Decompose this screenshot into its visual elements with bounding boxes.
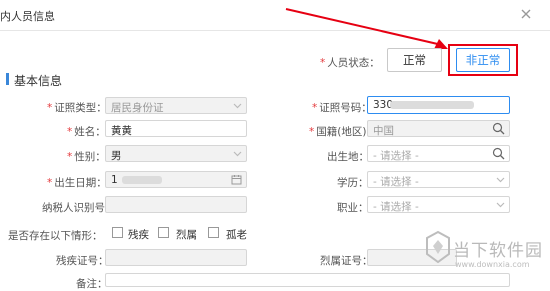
status-label: * 人员状态：	[320, 57, 380, 69]
gender-value: 男	[111, 150, 122, 162]
status-normal-button[interactable]: 正常	[387, 48, 442, 72]
name-label-text: 姓名：	[74, 126, 106, 138]
education-placeholder: - 请选择 -	[373, 176, 419, 188]
dialog-title: 内人员信息	[0, 10, 55, 23]
martyr-cert-label: 烈属证号：	[320, 255, 373, 267]
chevron-down-icon	[233, 151, 242, 157]
nationality-value: 中国	[373, 125, 394, 137]
checkbox-disability-label: 残疾	[128, 229, 149, 241]
dialog-titlebar: 内人员信息	[0, 0, 550, 31]
birthplace-label: 出生地：	[327, 151, 369, 163]
redacted-text	[122, 176, 162, 184]
id-number-label: * 证照号码：	[312, 102, 372, 114]
gender-select[interactable]: 男	[105, 145, 247, 162]
checkbox-elderly-alone[interactable]	[208, 227, 219, 238]
section-title: 基本信息	[14, 74, 63, 88]
name-value: 黄黄	[111, 125, 132, 137]
id-type-label-text: 证照类型：	[54, 102, 107, 114]
id-type-value: 居民身份证	[111, 102, 164, 114]
occupation-label: 职业：	[337, 202, 369, 214]
annotation-highlight-box	[448, 44, 518, 76]
checkbox-elderly-alone-label: 孤老	[226, 229, 247, 241]
birthdate-label-text: 出生日期：	[54, 177, 107, 189]
nationality-select[interactable]: 中国	[367, 120, 510, 137]
birthplace-select[interactable]: - 请选择 -	[367, 145, 510, 162]
checkbox-martyr-family[interactable]	[158, 227, 169, 238]
checkbox-martyr-family-label: 烈属	[176, 229, 197, 241]
watermark-logo-icon	[426, 230, 450, 264]
situations-label: 是否存在以下情形：	[8, 230, 103, 242]
search-icon[interactable]	[492, 122, 505, 135]
calendar-icon[interactable]	[231, 174, 242, 185]
birthdate-value: 1	[111, 174, 118, 186]
watermark-title: 当下软件园	[453, 241, 543, 261]
remarks-textarea[interactable]	[105, 273, 510, 287]
education-label: 学历：	[337, 177, 369, 189]
chevron-down-icon	[496, 177, 505, 183]
close-icon[interactable]	[518, 6, 534, 22]
disability-cert-label: 残疾证号：	[56, 255, 109, 267]
chevron-down-icon	[233, 103, 242, 109]
id-type-label: * 证照类型：	[47, 102, 107, 114]
search-icon[interactable]	[492, 147, 505, 160]
id-number-field[interactable]: 330	[367, 96, 510, 114]
redacted-text	[390, 101, 474, 109]
section-marker	[6, 73, 9, 85]
disability-cert-field[interactable]	[105, 249, 247, 266]
name-field[interactable]: 黄黄	[105, 120, 247, 137]
education-select[interactable]: - 请选择 -	[367, 171, 510, 188]
occupation-select[interactable]: - 请选择 -	[367, 196, 510, 213]
watermark-url: www.downxia.com	[455, 260, 530, 269]
checkbox-disability[interactable]	[112, 227, 123, 238]
birthdate-label: * 出生日期：	[47, 177, 107, 189]
occupation-placeholder: - 请选择 -	[373, 201, 419, 213]
name-label: * 姓名：	[67, 126, 106, 138]
remarks-label: 备注：	[76, 278, 108, 290]
status-label-text: 人员状态：	[327, 57, 380, 69]
id-type-select[interactable]: 居民身份证	[105, 97, 247, 114]
chevron-down-icon	[496, 202, 505, 208]
birthdate-field[interactable]: 1	[105, 171, 247, 188]
birthplace-placeholder: - 请选择 -	[373, 150, 419, 162]
id-number-label-text: 证照号码：	[319, 102, 372, 114]
gender-label-text: 性别：	[74, 151, 106, 163]
taxpayer-id-field[interactable]	[105, 196, 247, 213]
gender-label: * 性别：	[67, 151, 106, 163]
